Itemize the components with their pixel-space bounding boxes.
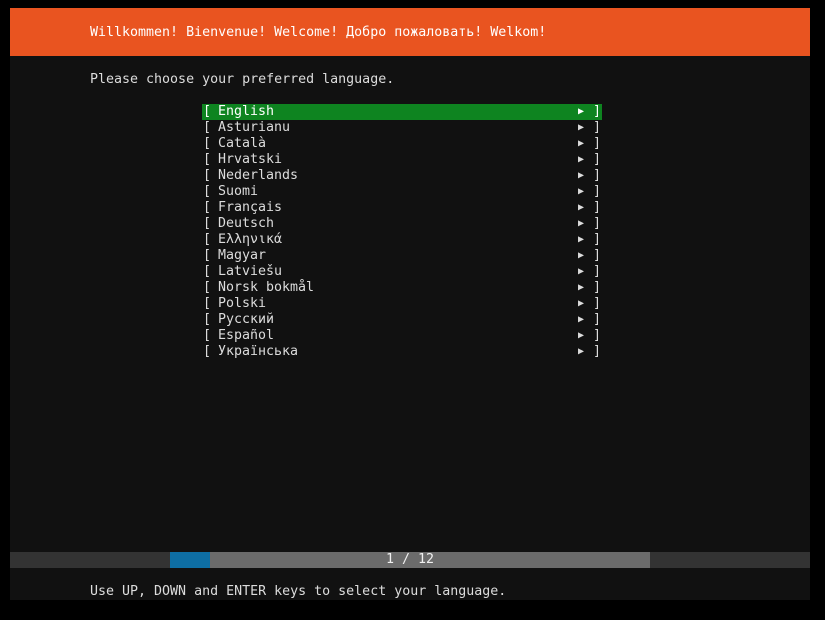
open-bracket: [	[203, 312, 212, 327]
close-bracket: ]	[593, 104, 602, 119]
language-label: Polski	[218, 296, 267, 311]
language-label: Norsk bokmål	[218, 280, 315, 295]
language-option[interactable]: [ Українська ▶]	[202, 344, 602, 360]
language-list: [ English ▶] [ Asturianu ▶] [ Català ▶] [ Hrvatski…	[202, 104, 602, 360]
installer-screen: Willkommen! Bienvenue! Welcome! Добро по…	[10, 8, 810, 600]
language-option[interactable]: [ Polski ▶]	[202, 296, 602, 312]
language-option[interactable]: [ Català ▶]	[202, 136, 602, 152]
open-bracket: [	[203, 152, 212, 167]
open-bracket: [	[203, 232, 212, 247]
arrow-right-icon: ▶	[578, 218, 585, 229]
language-option[interactable]: [ Русский ▶]	[202, 312, 602, 328]
arrow-right-icon: ▶	[578, 138, 585, 149]
language-label: Latviešu	[218, 264, 283, 279]
close-bracket: ]	[593, 344, 602, 359]
open-bracket: [	[203, 184, 212, 199]
arrow-right-icon: ▶	[578, 186, 585, 197]
language-label: Català	[218, 136, 267, 151]
language-label: Español	[218, 328, 275, 343]
close-bracket: ]	[593, 280, 602, 295]
open-bracket: [	[203, 168, 212, 183]
open-bracket: [	[203, 248, 212, 263]
open-bracket: [	[203, 216, 212, 231]
arrow-right-icon: ▶	[578, 282, 585, 293]
open-bracket: [	[203, 120, 212, 135]
close-bracket: ]	[593, 136, 602, 151]
welcome-title: Willkommen! Bienvenue! Welcome! Добро по…	[90, 25, 547, 40]
arrow-right-icon: ▶	[578, 170, 585, 181]
language-label: English	[218, 104, 275, 119]
language-option[interactable]: [ Norsk bokmål ▶]	[202, 280, 602, 296]
open-bracket: [	[203, 104, 212, 119]
language-option[interactable]: [ English ▶]	[202, 104, 602, 120]
language-option[interactable]: [ Nederlands ▶]	[202, 168, 602, 184]
language-prompt: Please choose your preferred language.	[90, 72, 395, 87]
language-option[interactable]: [ Français ▶]	[202, 200, 602, 216]
close-bracket: ]	[593, 200, 602, 215]
arrow-right-icon: ▶	[578, 106, 585, 117]
arrow-right-icon: ▶	[578, 346, 585, 357]
close-bracket: ]	[593, 120, 602, 135]
close-bracket: ]	[593, 328, 602, 343]
language-option[interactable]: [ Asturianu ▶]	[202, 120, 602, 136]
close-bracket: ]	[593, 296, 602, 311]
help-text: Use UP, DOWN and ENTER keys to select yo…	[90, 584, 507, 599]
arrow-right-icon: ▶	[578, 314, 585, 325]
open-bracket: [	[203, 328, 212, 343]
close-bracket: ]	[593, 152, 602, 167]
progress-track: 1 / 12	[170, 552, 650, 568]
language-label: Deutsch	[218, 216, 275, 231]
footer: Use UP, DOWN and ENTER keys to select yo…	[10, 568, 810, 600]
open-bracket: [	[203, 296, 212, 311]
language-option[interactable]: [ Latviešu ▶]	[202, 264, 602, 280]
arrow-right-icon: ▶	[578, 298, 585, 309]
close-bracket: ]	[593, 184, 602, 199]
open-bracket: [	[203, 136, 212, 151]
close-bracket: ]	[593, 312, 602, 327]
language-label: Suomi	[218, 184, 259, 199]
close-bracket: ]	[593, 264, 602, 279]
arrow-right-icon: ▶	[578, 330, 585, 341]
close-bracket: ]	[593, 232, 602, 247]
close-bracket: ]	[593, 248, 602, 263]
language-label: Français	[218, 200, 283, 215]
arrow-right-icon: ▶	[578, 154, 585, 165]
close-bracket: ]	[593, 168, 602, 183]
arrow-right-icon: ▶	[578, 202, 585, 213]
progress-bar: 1 / 12	[10, 552, 810, 568]
arrow-right-icon: ▶	[578, 266, 585, 277]
language-label: Ελληνικά	[218, 232, 283, 247]
arrow-right-icon: ▶	[578, 250, 585, 261]
language-option[interactable]: [ Hrvatski ▶]	[202, 152, 602, 168]
language-option[interactable]: [ Magyar ▶]	[202, 248, 602, 264]
close-bracket: ]	[593, 216, 602, 231]
header-bar: Willkommen! Bienvenue! Welcome! Добро по…	[10, 8, 810, 56]
language-option[interactable]: [ Deutsch ▶]	[202, 216, 602, 232]
language-label: Hrvatski	[218, 152, 283, 167]
open-bracket: [	[203, 344, 212, 359]
progress-label: 1 / 12	[385, 552, 435, 567]
language-option[interactable]: [ Ελληνικά ▶]	[202, 232, 602, 248]
language-label: Українська	[218, 344, 299, 359]
arrow-right-icon: ▶	[578, 234, 585, 245]
language-label: Nederlands	[218, 168, 299, 183]
language-label: Asturianu	[218, 120, 291, 135]
open-bracket: [	[203, 280, 212, 295]
language-label: Русский	[218, 312, 275, 327]
language-option[interactable]: [ Suomi ▶]	[202, 184, 602, 200]
open-bracket: [	[203, 264, 212, 279]
language-label: Magyar	[218, 248, 267, 263]
arrow-right-icon: ▶	[578, 122, 585, 133]
open-bracket: [	[203, 200, 212, 215]
language-option[interactable]: [ Español ▶]	[202, 328, 602, 344]
